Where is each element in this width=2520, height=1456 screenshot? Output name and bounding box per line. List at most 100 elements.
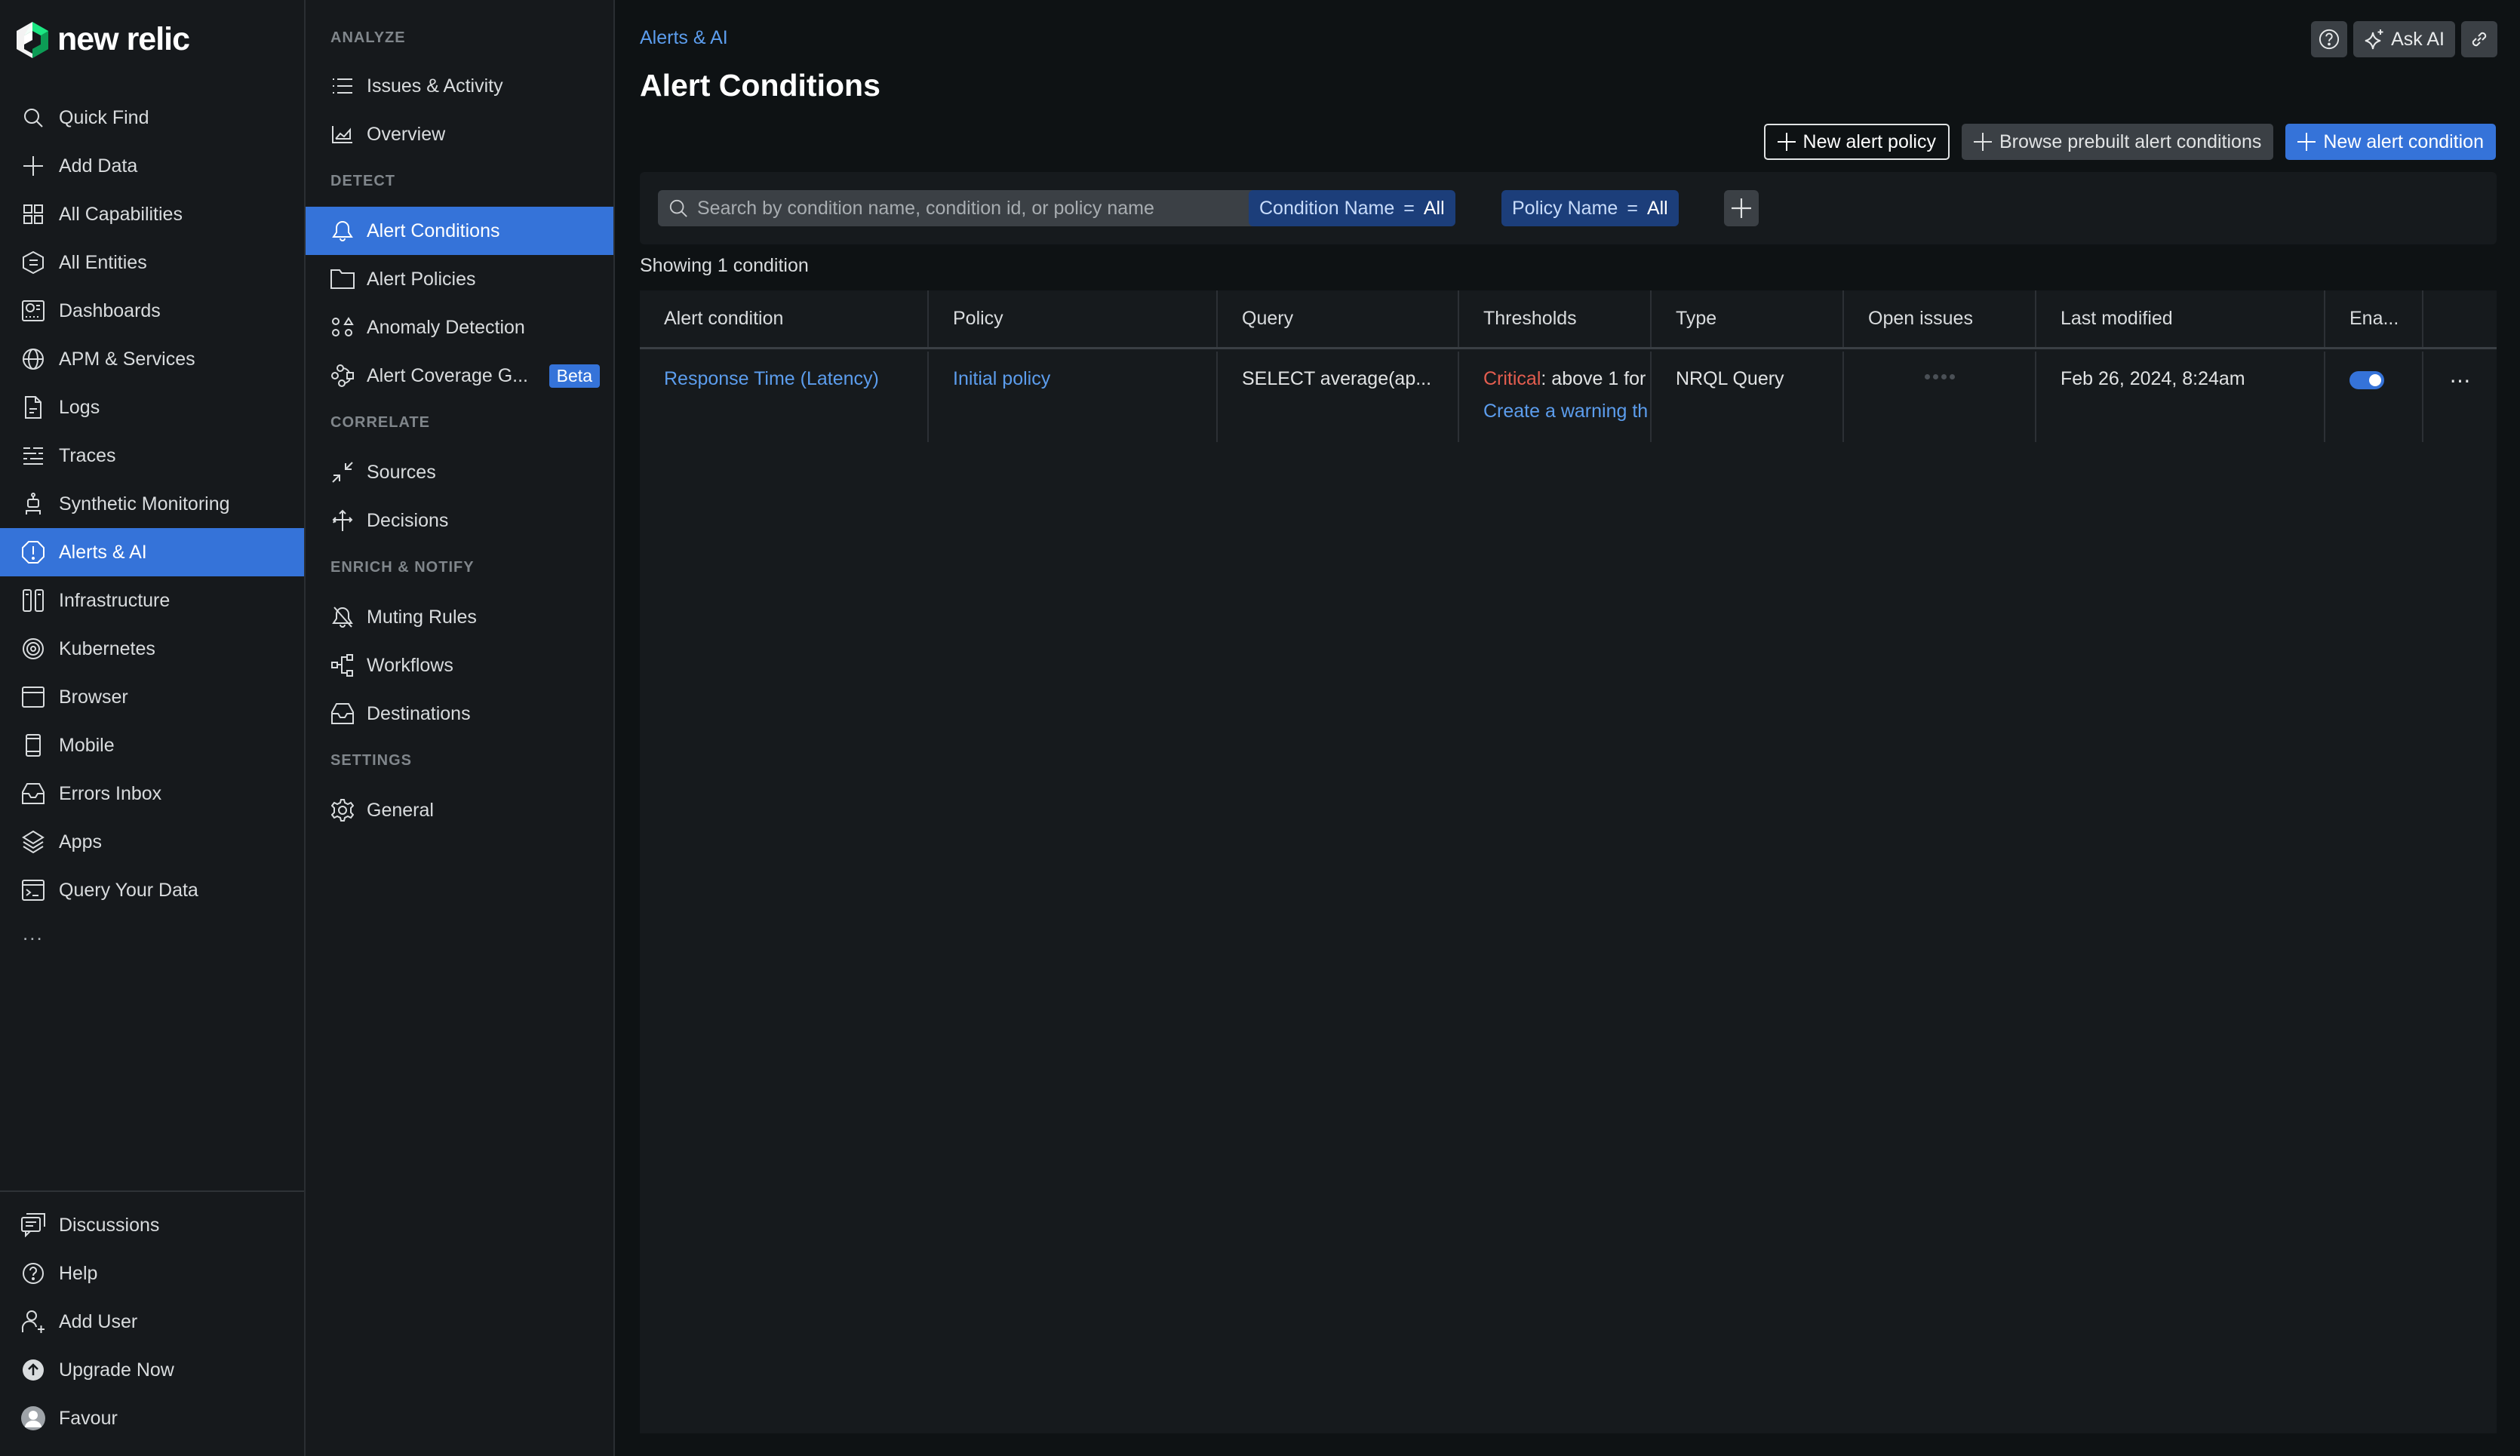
nav2-item-alert-policies[interactable]: Alert Policies [306, 255, 613, 303]
help-button[interactable] [2311, 21, 2348, 57]
list-icon [330, 74, 355, 98]
nav-item-kubernetes[interactable]: Kubernetes [0, 625, 304, 673]
nav-item-alerts-ai[interactable]: Alerts & AI [0, 528, 304, 576]
nav-item-apm[interactable]: APM & Services [0, 335, 304, 383]
plus-icon [1973, 133, 1992, 151]
nav2-item-decisions[interactable]: Decisions [306, 496, 613, 545]
nav-label: Traces [59, 444, 116, 466]
nav-item-synthetic-monitoring[interactable]: Synthetic Monitoring [0, 480, 304, 528]
beta-badge: Beta [549, 364, 600, 388]
nav-label: Add User [59, 1310, 138, 1332]
nav2-item-overview[interactable]: Overview [306, 110, 613, 158]
nav-item-all-entities[interactable]: All Entities [0, 238, 304, 287]
nav2-item-general[interactable]: General [306, 786, 613, 834]
nav2-item-anomaly-detection[interactable]: Anomaly Detection [306, 303, 613, 352]
browse-prebuilt-conditions-button[interactable]: Browse prebuilt alert conditions [1961, 124, 2274, 160]
nav-item-query-your-data[interactable]: Query Your Data [0, 866, 304, 914]
folder-icon [330, 267, 355, 291]
enabled-toggle[interactable] [2349, 371, 2384, 389]
coverage-icon [330, 364, 355, 388]
nav2-label: Overview [367, 123, 446, 145]
copy-link-button[interactable] [2461, 21, 2497, 57]
column-header-open-issues[interactable]: Open issues [1844, 290, 2036, 347]
nav-item-traces[interactable]: Traces [0, 432, 304, 480]
table-row: Response Time (Latency) Initial policy S… [640, 352, 2497, 442]
link-icon [2469, 29, 2489, 49]
results-count: Showing 1 condition [640, 255, 809, 276]
nav-item-quick-find[interactable]: Quick Find [0, 94, 304, 142]
nav2-item-issues-activity[interactable]: Issues & Activity [306, 62, 613, 110]
loading-indicator [1844, 368, 2035, 379]
nav-item-add-user[interactable]: Add User [0, 1298, 304, 1346]
nav-item-all-capabilities[interactable]: All Capabilities [0, 190, 304, 238]
row-actions-menu[interactable]: ⋯ [2423, 352, 2497, 442]
filter-chip-policy-name[interactable]: Policy Name = All [1501, 190, 1679, 226]
column-header-last-modified[interactable]: Last modified [2036, 290, 2325, 347]
chart-icon [330, 122, 355, 146]
column-header-enabled[interactable]: Ena... [2325, 290, 2423, 347]
column-header-alert-condition[interactable]: Alert condition [640, 290, 929, 347]
nav2-label: Alert Conditions [367, 220, 500, 241]
nav-label: Synthetic Monitoring [59, 493, 230, 515]
nav2-item-alert-conditions[interactable]: Alert Conditions [306, 207, 613, 255]
condition-link[interactable]: Response Time (Latency) [664, 368, 879, 389]
nav-item-add-data[interactable]: Add Data [0, 142, 304, 190]
add-filter-button[interactable] [1724, 190, 1759, 226]
plus-icon [21, 154, 45, 178]
avatar-icon [21, 1406, 45, 1430]
button-label: New alert policy [1802, 131, 1936, 152]
nav-item-help[interactable]: Help [0, 1249, 304, 1298]
threshold-text: : above 1 for [1541, 368, 1646, 389]
column-header-actions [2423, 290, 2497, 347]
column-header-type[interactable]: Type [1652, 290, 1844, 347]
create-warning-threshold-link[interactable]: Create a warning th [1483, 401, 1648, 422]
gear-icon [330, 798, 355, 822]
nav-item-infrastructure[interactable]: Infrastructure [0, 576, 304, 625]
filter-chip-condition-name[interactable]: Condition Name = All [1249, 190, 1455, 226]
nav2-item-muting-rules[interactable]: Muting Rules [306, 593, 613, 641]
document-icon [21, 395, 45, 419]
nav-item-errors-inbox[interactable]: Errors Inbox [0, 769, 304, 818]
column-header-policy[interactable]: Policy [929, 290, 1218, 347]
nav-item-apps[interactable]: Apps [0, 818, 304, 866]
new-relic-logo[interactable]: new relic [15, 21, 190, 58]
section-enrich-notify: ENRICH & NOTIFY [330, 558, 475, 576]
column-header-query[interactable]: Query [1218, 290, 1459, 347]
nav-item-user-profile[interactable]: Favour [0, 1394, 304, 1442]
nav-item-upgrade-now[interactable]: Upgrade Now [0, 1346, 304, 1394]
button-label: New alert condition [2323, 131, 2484, 152]
ask-ai-button[interactable]: Ask AI [2353, 21, 2455, 57]
inbox-icon [330, 702, 355, 726]
nav-item-mobile[interactable]: Mobile [0, 721, 304, 769]
chip-value: All [1646, 197, 1668, 219]
header-actions: Ask AI [2311, 21, 2497, 57]
more-nav-button[interactable]: ... [0, 914, 304, 952]
help-icon [2319, 29, 2340, 50]
nav2-item-destinations[interactable]: Destinations [306, 690, 613, 738]
cell-open-issues [1844, 352, 2036, 442]
nav2-label: Destinations [367, 702, 471, 724]
nav-item-dashboards[interactable]: Dashboards [0, 287, 304, 335]
nav-item-browser[interactable]: Browser [0, 673, 304, 721]
nav2-item-workflows[interactable]: Workflows [306, 641, 613, 690]
new-alert-condition-button[interactable]: New alert condition [2285, 124, 2496, 160]
help-icon [21, 1261, 45, 1286]
policy-link[interactable]: Initial policy [953, 368, 1050, 389]
cell-type: NRQL Query [1652, 352, 1844, 442]
nav-label: All Entities [59, 251, 147, 273]
upgrade-icon [21, 1358, 45, 1382]
nav2-item-alert-coverage-gaps[interactable]: Alert Coverage G... Beta [306, 352, 613, 400]
column-header-thresholds[interactable]: Thresholds [1459, 290, 1652, 347]
nav-label: Infrastructure [59, 589, 171, 611]
new-alert-policy-button[interactable]: New alert policy [1763, 124, 1950, 160]
breadcrumb-link[interactable]: Alerts & AI [640, 27, 728, 49]
more-options-icon: ⋯ [2449, 369, 2471, 392]
nav-item-discussions[interactable]: Discussions [0, 1201, 304, 1249]
nav2-label: General [367, 799, 434, 821]
nav-label: Discussions [59, 1214, 160, 1236]
search-input[interactable] [697, 197, 1225, 220]
nav-item-logs[interactable]: Logs [0, 383, 304, 432]
nav2-item-sources[interactable]: Sources [306, 448, 613, 496]
search-box[interactable] [658, 190, 1258, 226]
nav-label: Errors Inbox [59, 782, 162, 804]
